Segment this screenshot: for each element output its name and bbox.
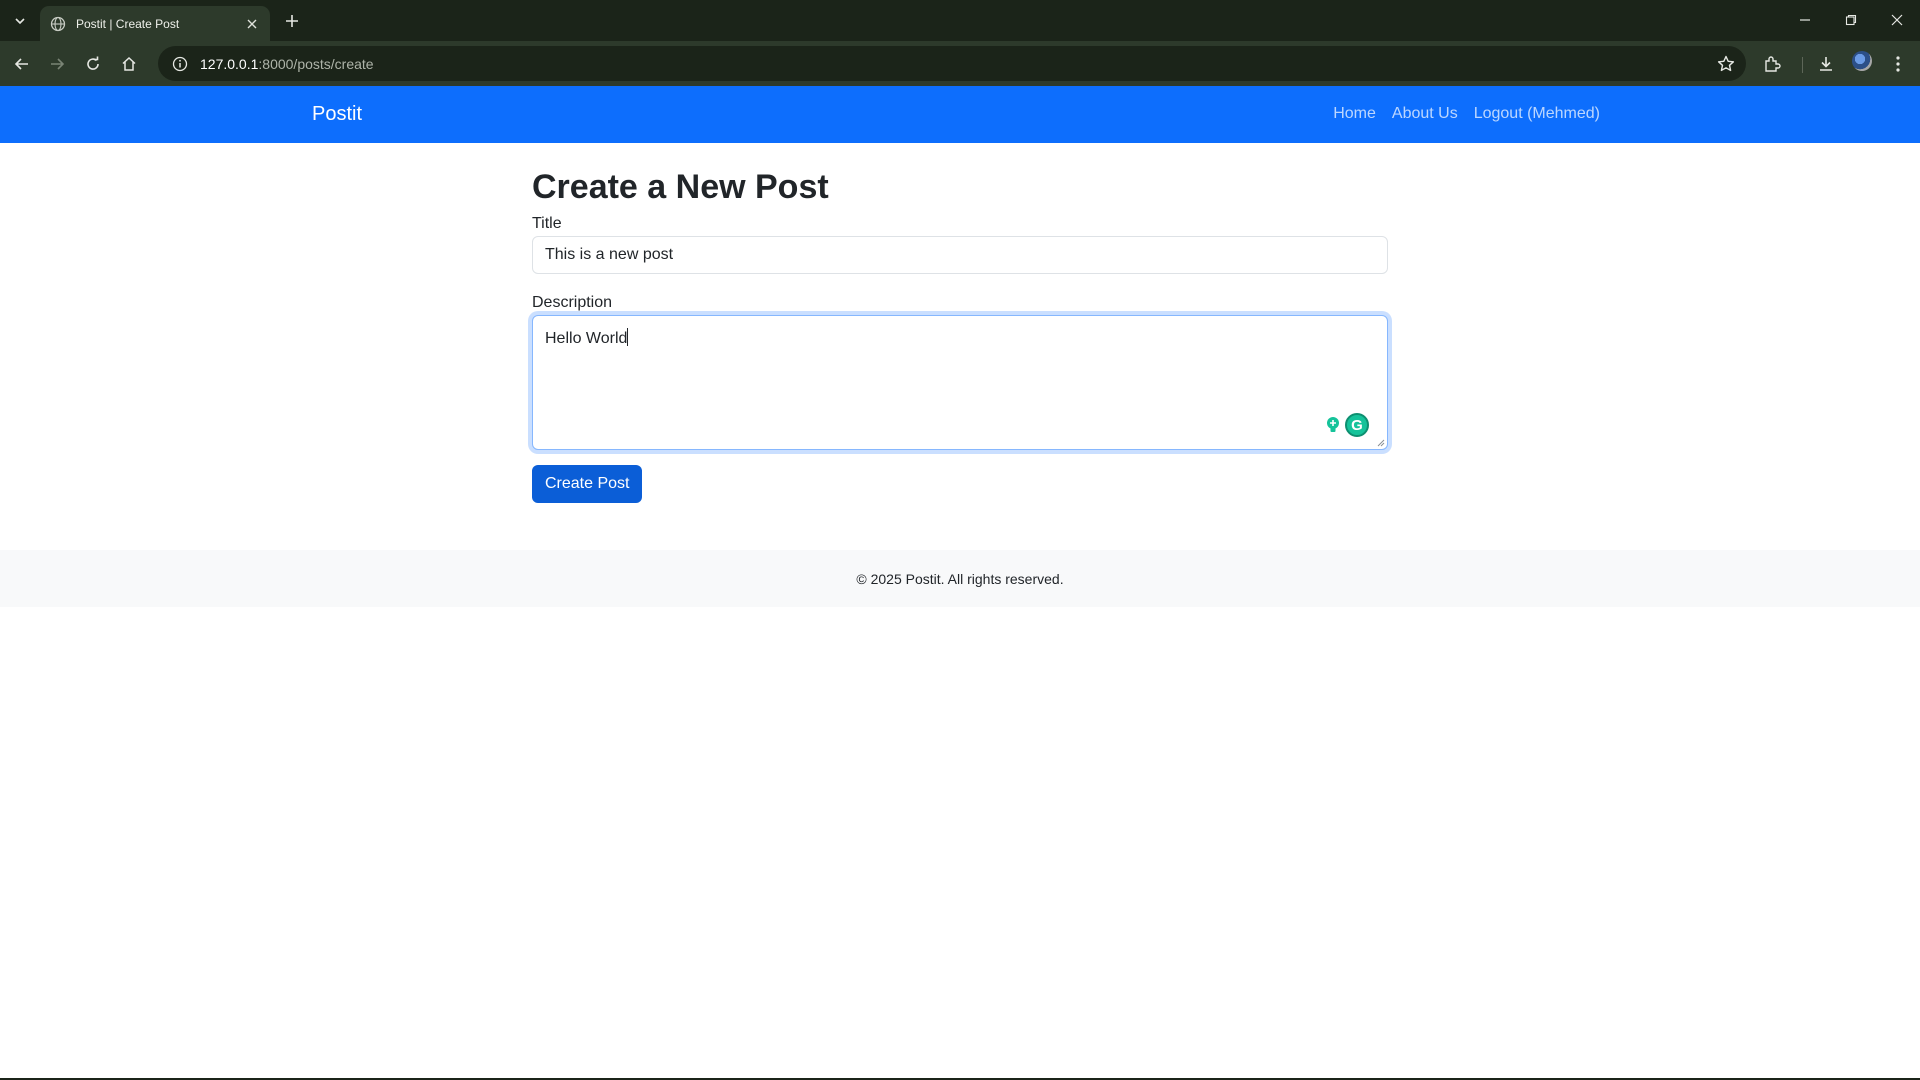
nav-link-logout[interactable]: Logout (Mehmed) [1474,105,1600,123]
active-tab[interactable]: Postit | Create Post [40,6,270,41]
site-navbar: Postit Home About Us Logout (Mehmed) [0,86,1920,143]
site-info-icon[interactable] [172,56,188,72]
site-footer: © 2025 Postit. All rights reserved. [0,550,1920,607]
download-icon[interactable] [1813,51,1839,77]
description-text: Hello World [545,330,628,348]
description-textarea[interactable]: Hello World G [532,315,1388,451]
nav-link-about[interactable]: About Us [1392,105,1458,123]
forward-arrow-icon[interactable] [44,51,70,77]
main-container: Create a New Post Title This is a new po… [532,143,1388,504]
grammarly-icon[interactable]: G [1345,413,1369,438]
browser-tab-strip: Postit | Create Post [0,0,1920,41]
description-label: Description [532,293,613,311]
address-bar[interactable]: 127.0.0.1:8000/posts/create [158,46,1746,81]
menu-dots-icon[interactable] [1885,51,1911,77]
page-title: Create a New Post [532,168,829,206]
profile-avatar[interactable] [1852,51,1872,71]
grammarly-widget[interactable]: G [1325,413,1369,438]
minimize-icon[interactable] [1790,8,1820,32]
restore-icon[interactable] [1836,8,1866,32]
window-close-icon[interactable] [1882,8,1912,32]
reload-icon[interactable] [80,51,106,77]
text-caret [627,328,629,347]
back-arrow-icon[interactable] [9,51,35,77]
footer-copyright: © 2025 Postit. All rights reserved. [856,570,1064,587]
create-post-button[interactable]: Create Post [532,465,643,504]
browser-toolbar: 127.0.0.1:8000/posts/create [0,41,1920,86]
title-input[interactable]: This is a new post [532,235,1388,274]
toolbar-divider [1802,57,1803,73]
nav-links: Home About Us Logout (Mehmed) [1333,105,1600,123]
title-label: Title [532,214,562,232]
globe-icon [50,16,66,32]
extensions-icon[interactable] [1759,51,1785,77]
tab-title: Postit | Create Post [76,16,180,31]
star-icon[interactable] [1716,54,1736,74]
close-icon[interactable] [244,16,260,32]
tab-search-icon[interactable] [8,9,32,33]
nav-link-home[interactable]: Home [1333,105,1376,123]
grammarly-bulb-icon[interactable] [1325,416,1341,434]
brand-link[interactable]: Postit [312,103,362,126]
resize-handle[interactable] [1375,437,1385,447]
url-text: 127.0.0.1:8000/posts/create [200,55,374,72]
home-icon[interactable] [116,51,142,77]
plus-icon[interactable] [282,11,302,31]
